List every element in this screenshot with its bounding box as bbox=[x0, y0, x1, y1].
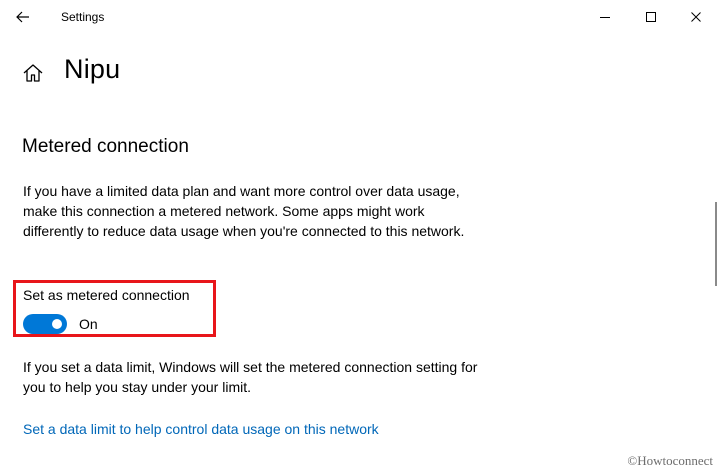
vertical-scrollbar[interactable] bbox=[715, 202, 717, 286]
back-button[interactable] bbox=[0, 0, 46, 34]
metered-toggle-label: Set as metered connection bbox=[23, 287, 190, 303]
title-bar: Settings bbox=[0, 0, 719, 34]
set-data-limit-link[interactable]: Set a data limit to help control data us… bbox=[23, 421, 379, 437]
close-button[interactable] bbox=[673, 0, 719, 34]
data-limit-info-text: If you set a data limit, Windows will se… bbox=[23, 359, 478, 395]
maximize-icon bbox=[646, 12, 656, 22]
metered-connection-toggle[interactable] bbox=[23, 314, 67, 334]
section-description: If you have a limited data plan and want… bbox=[23, 183, 465, 239]
close-icon bbox=[691, 12, 701, 22]
watermark: ©Howtoconnect bbox=[627, 453, 713, 468]
settings-window: Settings Nipu Metered connection If you … bbox=[0, 0, 719, 476]
minimize-icon bbox=[600, 17, 610, 18]
page-title: Nipu bbox=[64, 54, 121, 84]
home-icon[interactable] bbox=[22, 62, 44, 84]
toggle-knob bbox=[52, 319, 62, 329]
back-arrow-icon bbox=[16, 11, 29, 23]
toggle-state-label: On bbox=[79, 316, 98, 332]
minimize-button[interactable] bbox=[582, 0, 628, 34]
window-title: Settings bbox=[61, 10, 105, 24]
section-title: Metered connection bbox=[22, 136, 189, 157]
maximize-button[interactable] bbox=[628, 0, 674, 34]
